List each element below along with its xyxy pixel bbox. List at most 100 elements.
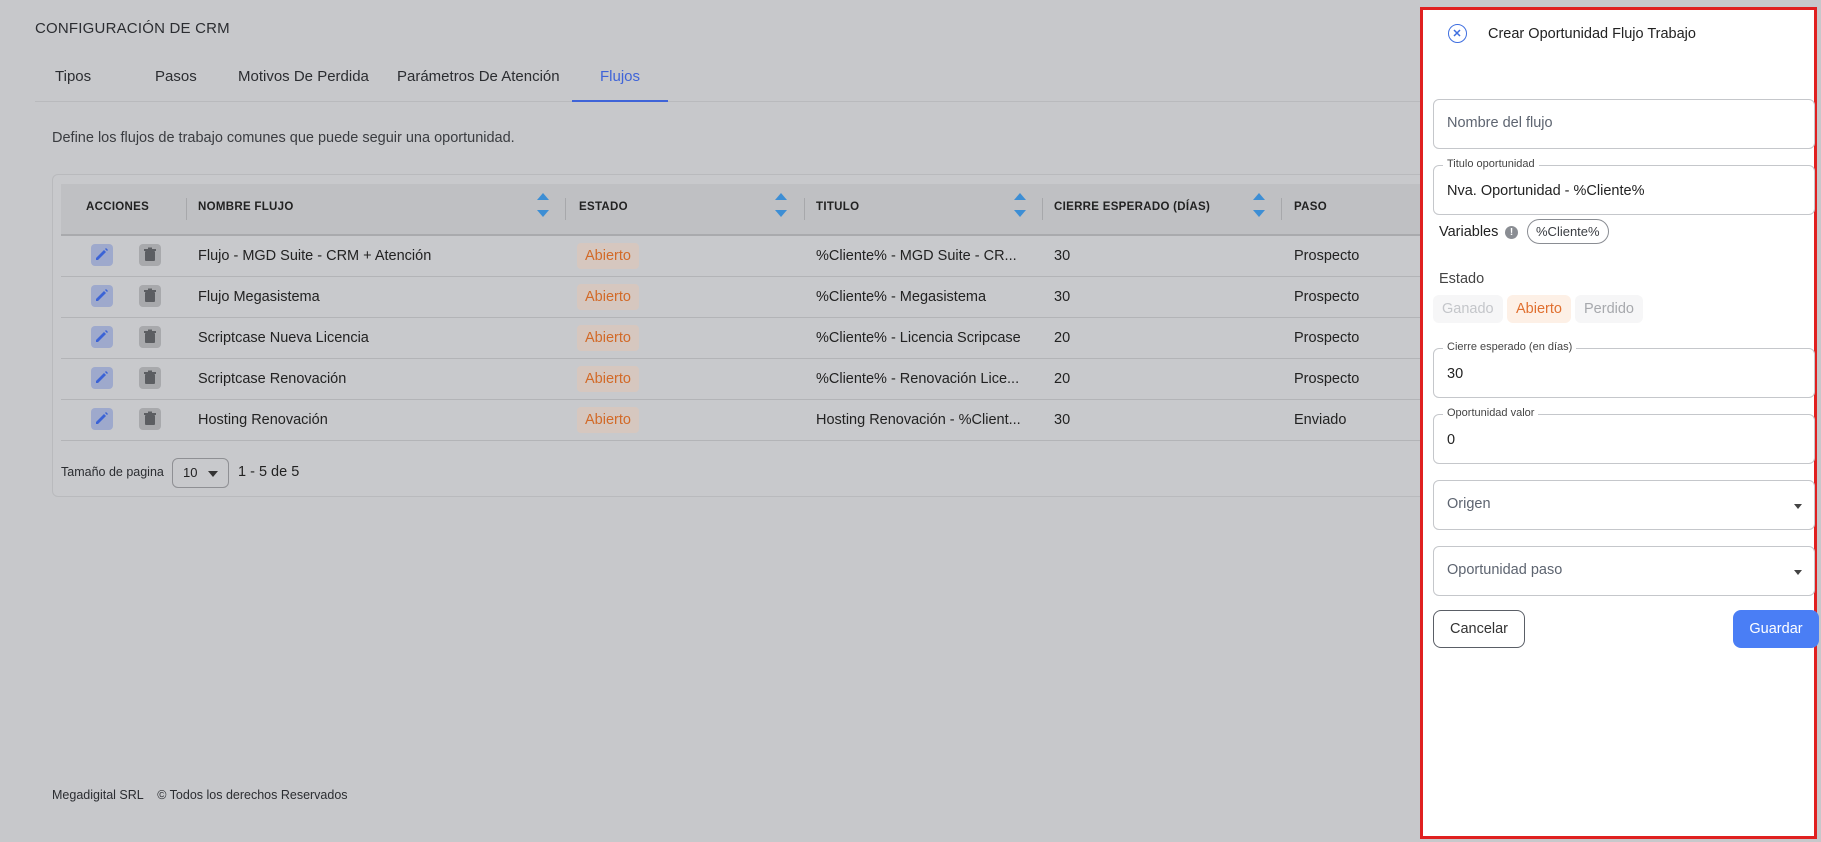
footer-rights: © Todos los derechos Reservados [157, 788, 348, 802]
tab-flujos[interactable]: Flujos [572, 68, 669, 102]
cierre-esperado-value: 30 [1447, 366, 1464, 382]
cell-nombre: Scriptcase Renovación [198, 371, 347, 387]
header-nombre-flujo[interactable]: NOMBRE FLUJO [198, 201, 294, 213]
header-paso[interactable]: PASO [1294, 201, 1327, 213]
cell-cierre: 30 [1054, 289, 1071, 305]
cancel-button[interactable]: Cancelar [1433, 610, 1525, 648]
estado-ganado-button[interactable]: Ganado [1433, 295, 1503, 323]
cell-cierre: 20 [1054, 330, 1071, 346]
cell-nombre: Scriptcase Nueva Licencia [198, 330, 369, 346]
trash-icon [144, 370, 156, 384]
save-button[interactable]: Guardar [1733, 610, 1819, 648]
oportunidad-valor-input[interactable]: Oportunidad valor 0 [1433, 407, 1815, 464]
estado-label: Estado [1439, 271, 1485, 287]
tab-tipos[interactable]: Tipos [55, 68, 91, 102]
header-cierre-esperado[interactable]: CIERRE ESPERADO (DÍAS) [1054, 201, 1210, 213]
table-row: Flujo - MGD Suite - CRM + Atención Abier… [61, 236, 1461, 277]
close-button[interactable] [1448, 24, 1467, 43]
status-badge: Abierto [577, 366, 639, 392]
page-description: Define los flujos de trabajo comunes que… [52, 130, 515, 146]
cell-nombre: Flujo Megasistema [198, 289, 320, 305]
cell-paso: Prospecto [1294, 330, 1360, 346]
info-icon[interactable]: ! [1505, 226, 1518, 239]
oportunidad-paso-placeholder: Oportunidad paso [1447, 562, 1563, 578]
delete-button[interactable] [139, 285, 161, 307]
sort-icon[interactable] [775, 193, 787, 223]
pencil-icon [96, 289, 108, 301]
tab-pasos[interactable]: Pasos [155, 68, 197, 102]
create-flow-drawer: Crear Oportunidad Flujo Trabajo Nombre d… [1420, 7, 1819, 839]
pencil-icon [96, 412, 108, 424]
cell-titulo: %Cliente% - Megasistema [816, 289, 987, 305]
trash-icon [144, 329, 156, 343]
tab-motivos-de-perdida[interactable]: Motivos De Perdida [238, 68, 369, 102]
cell-paso: Prospecto [1294, 289, 1360, 305]
status-badge: Abierto [577, 325, 639, 351]
trash-icon [144, 247, 156, 261]
origen-placeholder: Origen [1447, 496, 1491, 512]
tab-parametros-de-atencion[interactable]: Parámetros De Atención [397, 68, 560, 102]
titulo-oportunidad-input[interactable]: Titulo oportunidad Nva. Oportunidad - %C… [1433, 158, 1815, 215]
header-estado[interactable]: ESTADO [579, 201, 628, 213]
status-badge: Abierto [577, 243, 639, 269]
cell-paso: Prospecto [1294, 371, 1360, 387]
delete-button[interactable] [139, 408, 161, 430]
cierre-esperado-input[interactable]: Cierre esperado (en días) 30 [1433, 341, 1815, 398]
cell-titulo: %Cliente% - MGD Suite - CR... [816, 248, 1017, 264]
table-row: Scriptcase Renovación Abierto %Cliente% … [61, 359, 1461, 400]
cierre-esperado-label: Cierre esperado (en días) [1443, 341, 1577, 353]
delete-button[interactable] [139, 367, 161, 389]
pencil-icon [96, 371, 108, 383]
variables-label: Variables [1439, 224, 1499, 240]
pagination-range: 1 - 5 de 5 [238, 464, 300, 480]
footer-company: Megadigital SRL [52, 788, 144, 802]
header-separator [804, 198, 805, 220]
pencil-icon [96, 248, 108, 260]
table-header: ACCIONES NOMBRE FLUJO ESTADO TITULO CIER… [61, 184, 1461, 236]
edit-button[interactable] [91, 244, 113, 266]
close-icon [1453, 29, 1461, 37]
status-badge: Abierto [577, 407, 639, 433]
table-row: Scriptcase Nueva Licencia Abierto %Clien… [61, 318, 1461, 359]
oportunidad-paso-select[interactable]: Oportunidad paso [1433, 546, 1815, 596]
cell-cierre: 30 [1054, 248, 1071, 264]
estado-perdido-button[interactable]: Perdido [1575, 295, 1643, 323]
sort-icon[interactable] [1014, 193, 1026, 223]
trash-icon [144, 411, 156, 425]
page-size-select[interactable]: 10 [172, 458, 229, 488]
nombre-flujo-input[interactable]: Nombre del flujo [1433, 99, 1815, 149]
drawer-title: Crear Oportunidad Flujo Trabajo [1488, 26, 1696, 42]
header-separator [565, 198, 566, 220]
header-separator [186, 198, 187, 220]
sort-icon[interactable] [537, 193, 549, 223]
pencil-icon [96, 330, 108, 342]
edit-button[interactable] [91, 326, 113, 348]
edit-button[interactable] [91, 285, 113, 307]
edit-button[interactable] [91, 408, 113, 430]
tab-bar: Tipos Pasos Motivos De Perdida Parámetro… [35, 58, 1425, 102]
cell-cierre: 20 [1054, 371, 1071, 387]
edit-button[interactable] [91, 367, 113, 389]
table-row: Flujo Megasistema Abierto %Cliente% - Me… [61, 277, 1461, 318]
page-size-label: Tamaño de pagina [61, 465, 164, 479]
cell-titulo: Hosting Renovación - %Client... [816, 412, 1021, 428]
cell-paso: Enviado [1294, 412, 1347, 428]
header-titulo[interactable]: TITULO [816, 201, 859, 213]
page-size-value: 10 [183, 465, 198, 480]
sort-icon[interactable] [1253, 193, 1265, 223]
cell-titulo: %Cliente% - Renovación Lice... [816, 371, 1020, 387]
chevron-down-icon [1794, 570, 1802, 575]
cell-nombre: Hosting Renovación [198, 412, 328, 428]
variable-chip-cliente[interactable]: %Cliente% [1527, 219, 1609, 244]
page-title: CONFIGURACIÓN DE CRM [35, 20, 230, 37]
estado-abierto-button[interactable]: Abierto [1507, 295, 1571, 323]
trash-icon [144, 288, 156, 302]
chevron-down-icon [1794, 504, 1802, 509]
cell-cierre: 30 [1054, 412, 1071, 428]
table-row: Hosting Renovación Abierto Hosting Renov… [61, 400, 1461, 441]
cell-paso: Prospecto [1294, 248, 1360, 264]
origen-select[interactable]: Origen [1433, 480, 1815, 530]
delete-button[interactable] [139, 326, 161, 348]
nombre-flujo-placeholder: Nombre del flujo [1447, 115, 1553, 131]
delete-button[interactable] [139, 244, 161, 266]
